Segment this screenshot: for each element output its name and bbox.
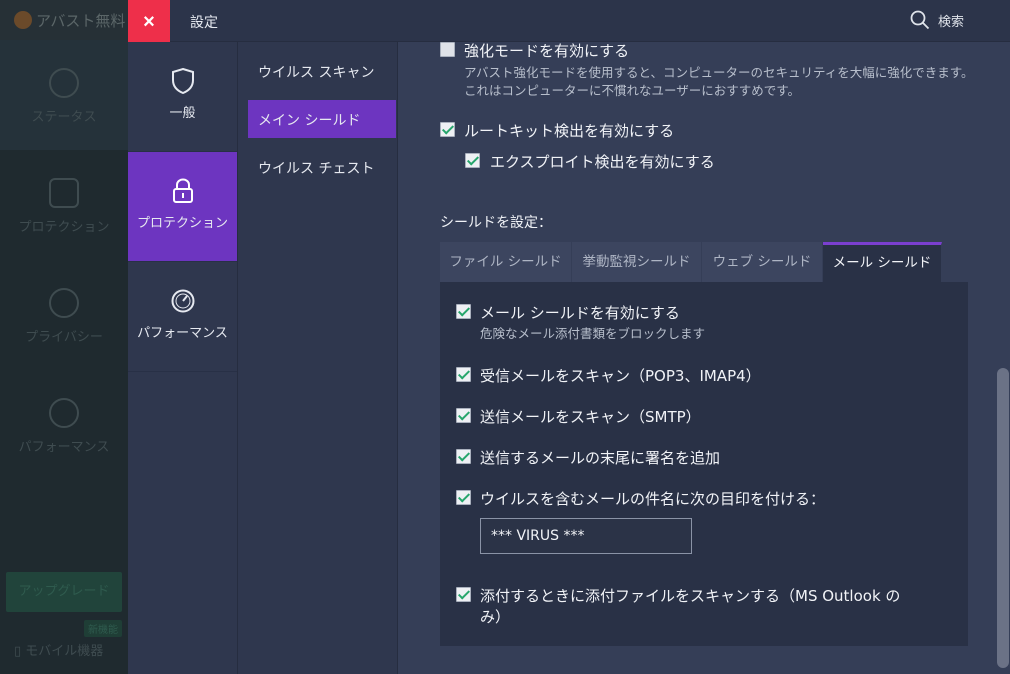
category-label: 一般	[169, 106, 196, 121]
tab-mail-shield[interactable]: メール シールド	[823, 242, 942, 282]
category-label: プロテクション	[136, 216, 228, 231]
search-label: 検索	[937, 15, 964, 30]
rootkit-label: ルートキット検出を有効にする	[464, 122, 675, 140]
background-app: アバスト無料 ステータス プロテクション プライバシー パフォーマンス アップグ…	[0, 0, 128, 674]
background-nav-performance: パフォーマンス	[0, 370, 128, 480]
category-protection[interactable]: プロテクション	[128, 152, 237, 262]
scrollbar-track[interactable]	[996, 42, 1010, 674]
settings-window: × 設定 検索 一般 プロテクション パフォーマンス ウイルス スキャン メイン…	[128, 0, 1010, 674]
scan-outgoing-label: 送信メールをスキャン（SMTP）	[480, 408, 701, 426]
lock-icon	[172, 178, 193, 203]
check-circle-icon	[49, 68, 79, 98]
category-general[interactable]: 一般	[128, 42, 237, 152]
category-label: パフォーマンス	[137, 326, 228, 341]
background-nav-protection: プロテクション	[0, 150, 128, 260]
tab-web-shield[interactable]: ウェブ シールド	[702, 242, 823, 282]
mail-shield-enable-checkbox[interactable]	[456, 304, 471, 319]
submenu-column: ウイルス スキャン メイン シールド ウイルス チェスト	[238, 42, 398, 674]
shield-settings-heading: シールドを設定：	[440, 215, 552, 231]
submenu-virus-chest[interactable]: ウイルス チェスト	[248, 148, 396, 186]
hardened-mode-checkbox[interactable]	[440, 42, 455, 57]
background-nav-status: ステータス	[0, 40, 128, 150]
background-upgrade-button: アップグレード	[6, 572, 122, 612]
category-column: 一般 プロテクション パフォーマンス	[128, 42, 238, 674]
background-app-title: アバスト無料	[0, 0, 128, 40]
virus-tag-input[interactable]	[480, 518, 692, 554]
mail-shield-enable-description: 危険なメール添付書類をブロックします	[480, 326, 706, 341]
exploit-checkbox[interactable]	[465, 153, 480, 168]
tab-behavior-shield[interactable]: 挙動監視シールド	[572, 242, 702, 282]
add-signature-label: 送信するメールの末尾に署名を追加	[480, 449, 721, 467]
hardened-mode-label: 強化モードを有効にする	[464, 42, 630, 60]
scan-attachments-checkbox[interactable]	[456, 587, 471, 602]
tab-file-shield[interactable]: ファイル シールド	[440, 242, 572, 282]
shield-icon	[171, 68, 194, 94]
close-button[interactable]: ×	[128, 0, 170, 42]
mark-subject-checkbox[interactable]	[456, 490, 471, 505]
avast-logo-icon	[14, 11, 32, 29]
background-mobile-link: ▯ モバイル機器	[14, 644, 104, 659]
settings-title: 設定	[190, 15, 218, 31]
scan-incoming-checkbox[interactable]	[456, 367, 471, 382]
hardened-mode-description: アバスト強化モードを使用すると、コンピューターのセキュリティを大幅に強化できます…	[464, 65, 974, 98]
add-signature-checkbox[interactable]	[456, 449, 471, 464]
mail-shield-enable-label: メール シールドを有効にする	[480, 304, 680, 322]
scrollbar-thumb[interactable]	[997, 368, 1009, 668]
search-icon	[910, 10, 930, 30]
scan-incoming-label: 受信メールをスキャン（POP3、IMAP4）	[480, 367, 761, 385]
mobile-icon: ▯	[14, 644, 26, 659]
scan-outgoing-checkbox[interactable]	[456, 408, 471, 423]
fingerprint-icon	[49, 288, 79, 318]
scan-attachments-label-line1: 添付するときに添付ファイルをスキャンする（MS Outlook の	[480, 587, 901, 605]
search-button[interactable]: 検索	[910, 10, 964, 32]
mark-subject-label: ウイルスを含むメールの件名に次の目印を付ける：	[480, 490, 826, 508]
gauge-icon	[171, 289, 194, 313]
exploit-label: エクスプロイト検出を有効にする	[490, 153, 715, 171]
submenu-main-shield[interactable]: メイン シールド	[248, 100, 396, 138]
category-performance[interactable]: パフォーマンス	[128, 262, 237, 372]
settings-topbar: × 設定 検索	[128, 0, 1010, 42]
rootkit-checkbox[interactable]	[440, 122, 455, 137]
background-new-badge: 新機能	[84, 620, 122, 637]
submenu-virus-scan[interactable]: ウイルス スキャン	[248, 52, 396, 90]
gauge-icon	[49, 398, 79, 428]
settings-content: 強化モードを有効にする アバスト強化モードを使用すると、コンピューターのセキュリ…	[398, 42, 1010, 674]
mail-shield-panel: メール シールドを有効にする 危険なメール添付書類をブロックします 受信メールを…	[440, 282, 968, 646]
lock-icon	[49, 178, 79, 208]
background-nav-privacy: プライバシー	[0, 260, 128, 370]
scan-attachments-label-line2: み）	[480, 608, 511, 626]
